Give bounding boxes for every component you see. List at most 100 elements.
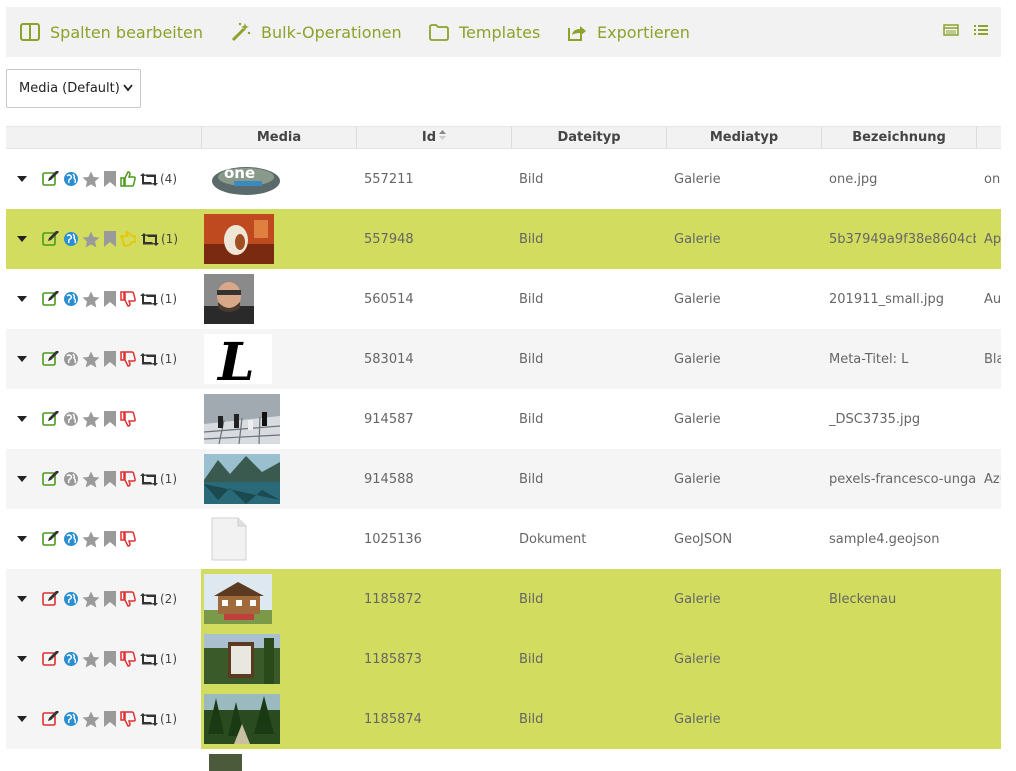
media-thumbnail[interactable] <box>201 509 356 569</box>
table-row[interactable]: (1) 914588 Bild Galerie pexels-francesco-ung… <box>6 449 1001 509</box>
table-row[interactable]: 1025136 Dokument GeoJSON sample4.geojson <box>6 509 1001 569</box>
table-row[interactable]: (1) 560514 Bild Galerie 201911_small.jpg Au <box>6 269 1001 329</box>
media-thumbnail[interactable]: one <box>201 149 356 209</box>
edit-icon[interactable] <box>42 471 60 487</box>
edit-icon[interactable] <box>42 231 60 247</box>
thumb-rating-icon[interactable] <box>120 471 136 487</box>
thumb-rating-icon[interactable] <box>120 591 136 607</box>
bookmark-icon[interactable] <box>103 591 117 607</box>
edit-icon[interactable] <box>42 351 60 367</box>
expand-caret-icon[interactable] <box>16 355 28 363</box>
retweet-icon[interactable] <box>139 172 159 187</box>
media-thumbnail[interactable] <box>201 449 356 509</box>
bookmark-icon[interactable] <box>103 291 117 307</box>
media-thumbnail[interactable] <box>201 569 356 629</box>
expand-caret-icon[interactable] <box>16 175 28 183</box>
table-row[interactable]: (1) 557948 Bild Galerie 5b37949a9f38e8604cbf… <box>6 209 1001 269</box>
expand-caret-icon[interactable] <box>16 475 28 483</box>
templates-button[interactable]: Templates <box>415 7 552 57</box>
globe-icon[interactable] <box>63 711 79 727</box>
globe-icon[interactable] <box>63 411 79 427</box>
globe-icon[interactable] <box>63 231 79 247</box>
globe-icon[interactable] <box>63 291 79 307</box>
table-row[interactable]: (1) 1185873 Bild Galerie <box>6 629 1001 689</box>
media-view-select[interactable]: Media (Default) <box>6 69 141 108</box>
expand-caret-icon[interactable] <box>16 715 28 723</box>
bookmark-icon[interactable] <box>103 351 117 367</box>
bulk-operations-button[interactable]: Bulk-Operationen <box>217 7 415 57</box>
media-thumbnail[interactable] <box>201 689 356 749</box>
globe-icon[interactable] <box>63 351 79 367</box>
bookmark-icon[interactable] <box>103 471 117 487</box>
column-header-mediatyp[interactable]: Mediatyp <box>666 127 821 148</box>
thumb-rating-icon[interactable] <box>120 291 136 307</box>
thumb-rating-icon[interactable] <box>120 351 136 367</box>
globe-icon[interactable] <box>63 171 79 187</box>
retweet-icon[interactable] <box>139 352 159 367</box>
thumb-rating-icon[interactable] <box>120 651 136 667</box>
retweet-icon[interactable] <box>139 592 159 607</box>
media-thumbnail[interactable] <box>201 629 356 689</box>
star-icon[interactable] <box>82 351 100 368</box>
expand-caret-icon[interactable] <box>16 295 28 303</box>
globe-icon[interactable] <box>63 591 79 607</box>
table-row[interactable]: (1) 1185874 Bild Galerie <box>6 689 1001 749</box>
column-header-media[interactable]: Media <box>201 127 356 148</box>
column-header-bezeichnung[interactable]: Bezeichnung <box>821 127 976 148</box>
bookmark-icon[interactable] <box>103 411 117 427</box>
globe-icon[interactable] <box>63 471 79 487</box>
edit-icon[interactable] <box>42 531 60 547</box>
expand-caret-icon[interactable] <box>16 655 28 663</box>
edit-columns-button[interactable]: Spalten bearbeiten <box>6 7 217 57</box>
edit-icon[interactable] <box>42 411 60 427</box>
expand-caret-icon[interactable] <box>16 415 28 423</box>
list-view-icon[interactable] <box>973 23 989 37</box>
media-thumbnail[interactable] <box>201 269 356 329</box>
table-row[interactable]: (1) L 583014 Bild Galerie Meta-Titel: L Bla <box>6 329 1001 389</box>
star-icon[interactable] <box>82 411 100 428</box>
media-thumbnail[interactable] <box>201 389 356 449</box>
column-header-dateityp[interactable]: Dateityp <box>511 127 666 148</box>
thumb-rating-icon[interactable] <box>120 171 136 187</box>
retweet-icon[interactable] <box>139 652 159 667</box>
thumb-rating-icon[interactable] <box>120 411 136 427</box>
expand-caret-icon[interactable] <box>16 535 28 543</box>
star-icon[interactable] <box>82 171 100 188</box>
table-row[interactable]: (2) 1185872 Bild Galerie Bleckenau <box>6 569 1001 629</box>
table-row[interactable]: 914587 Bild Galerie _DSC3735.jpg <box>6 389 1001 449</box>
bookmark-icon[interactable] <box>103 711 117 727</box>
star-icon[interactable] <box>82 531 100 548</box>
edit-icon[interactable] <box>42 291 60 307</box>
globe-icon[interactable] <box>63 651 79 667</box>
edit-icon[interactable] <box>42 651 60 667</box>
retweet-icon[interactable] <box>139 712 159 727</box>
edit-icon[interactable] <box>42 591 60 607</box>
table-row[interactable]: (4) one 557211 Bild Galerie one.jpg on <box>6 149 1001 209</box>
media-thumbnail[interactable] <box>201 209 356 269</box>
star-icon[interactable] <box>82 291 100 308</box>
star-icon[interactable] <box>82 471 100 488</box>
star-icon[interactable] <box>82 711 100 728</box>
globe-icon[interactable] <box>63 531 79 547</box>
retweet-icon[interactable] <box>139 292 159 307</box>
thumb-rating-icon[interactable] <box>120 711 136 727</box>
star-icon[interactable] <box>82 591 100 608</box>
expand-caret-icon[interactable] <box>16 595 28 603</box>
star-icon[interactable] <box>82 651 100 668</box>
media-thumbnail[interactable]: L <box>201 329 356 389</box>
edit-icon[interactable] <box>42 711 60 727</box>
bookmark-icon[interactable] <box>103 651 117 667</box>
expand-caret-icon[interactable] <box>16 235 28 243</box>
column-header-id[interactable]: Id <box>356 127 511 148</box>
bookmark-icon[interactable] <box>103 531 117 547</box>
star-icon[interactable] <box>82 231 100 248</box>
export-button[interactable]: Exportieren <box>552 7 752 57</box>
thumb-rating-icon[interactable] <box>120 231 137 247</box>
edit-icon[interactable] <box>42 171 60 187</box>
detail-view-icon[interactable] <box>943 23 959 37</box>
bookmark-icon[interactable] <box>103 231 117 247</box>
retweet-icon[interactable] <box>139 472 159 487</box>
bookmark-icon[interactable] <box>103 171 117 187</box>
retweet-icon[interactable] <box>140 232 160 247</box>
thumb-rating-icon[interactable] <box>120 531 136 547</box>
